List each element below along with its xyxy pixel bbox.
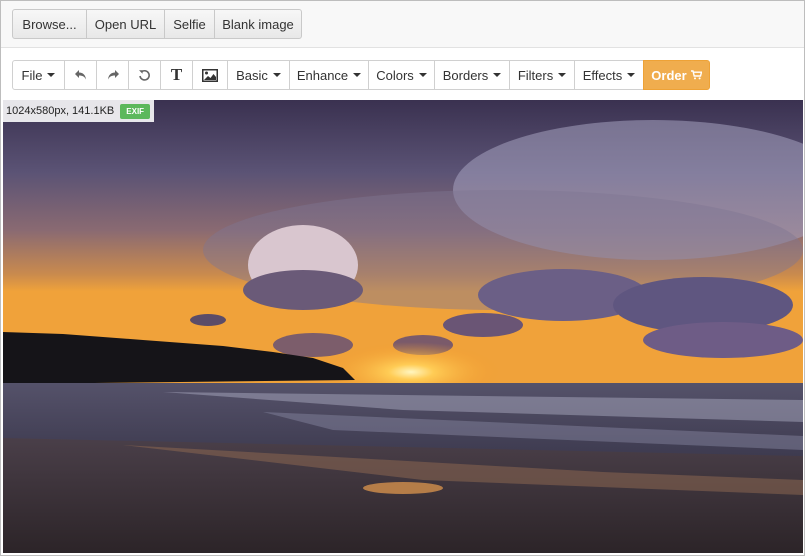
source-bar: Browse... Open URL Selfie Blank image bbox=[1, 1, 804, 48]
enhance-menu-label: Enhance bbox=[296, 67, 349, 83]
chevron-down-icon bbox=[627, 73, 636, 77]
filters-menu-button[interactable]: Filters bbox=[509, 60, 575, 90]
browse-button[interactable]: Browse... bbox=[12, 9, 87, 39]
chevron-down-icon bbox=[353, 73, 362, 77]
redo-button[interactable] bbox=[96, 60, 129, 90]
undo-button[interactable] bbox=[64, 60, 97, 90]
text-icon: T bbox=[170, 65, 183, 84]
source-button-group: Browse... Open URL Selfie Blank image bbox=[12, 9, 302, 39]
blank-image-button[interactable]: Blank image bbox=[214, 9, 302, 39]
chevron-down-icon bbox=[418, 73, 427, 77]
open-url-button[interactable]: Open URL bbox=[86, 9, 165, 39]
borders-menu-label: Borders bbox=[442, 67, 489, 83]
text-tool-button[interactable]: T bbox=[160, 60, 193, 90]
chevron-down-icon bbox=[47, 73, 56, 77]
borders-menu-button[interactable]: Borders bbox=[434, 60, 510, 90]
image-dimensions-text: 1024x580px, 141.1KB bbox=[6, 105, 115, 117]
cart-icon bbox=[690, 68, 703, 83]
chevron-down-icon bbox=[558, 73, 567, 77]
chevron-down-icon bbox=[493, 73, 502, 77]
basic-menu-label: Basic bbox=[236, 67, 268, 83]
filters-menu-label: Filters bbox=[517, 67, 554, 83]
image-tool-button[interactable] bbox=[192, 60, 228, 90]
redo-icon bbox=[106, 69, 120, 81]
effects-menu-label: Effects bbox=[582, 67, 623, 83]
colors-menu-button[interactable]: Colors bbox=[368, 60, 435, 90]
reset-button[interactable] bbox=[128, 60, 161, 90]
exif-badge[interactable]: EXIF bbox=[120, 103, 151, 119]
order-button-label: Order bbox=[651, 67, 687, 83]
file-menu-label: File bbox=[21, 67, 43, 83]
sunset-beach-photo[interactable] bbox=[3, 100, 803, 553]
order-button[interactable]: Order bbox=[643, 60, 710, 90]
selfie-button[interactable]: Selfie bbox=[164, 9, 215, 39]
effects-menu-button[interactable]: Effects bbox=[574, 60, 644, 90]
undo-icon bbox=[74, 69, 88, 81]
image-icon bbox=[202, 68, 218, 82]
colors-menu-label: Colors bbox=[376, 67, 414, 83]
basic-menu-button[interactable]: Basic bbox=[227, 60, 290, 90]
chevron-down-icon bbox=[272, 73, 281, 77]
file-menu-button[interactable]: File bbox=[12, 60, 65, 90]
enhance-menu-button[interactable]: Enhance bbox=[289, 60, 369, 90]
editor-window: Browse... Open URL Selfie Blank image Fi… bbox=[0, 0, 805, 556]
image-info-bar: 1024x580px, 141.1KB EXIF bbox=[3, 100, 155, 122]
edit-toolbar: File T Basic Enhance Colors Borders Filt… bbox=[12, 60, 710, 90]
reset-icon bbox=[138, 69, 151, 82]
